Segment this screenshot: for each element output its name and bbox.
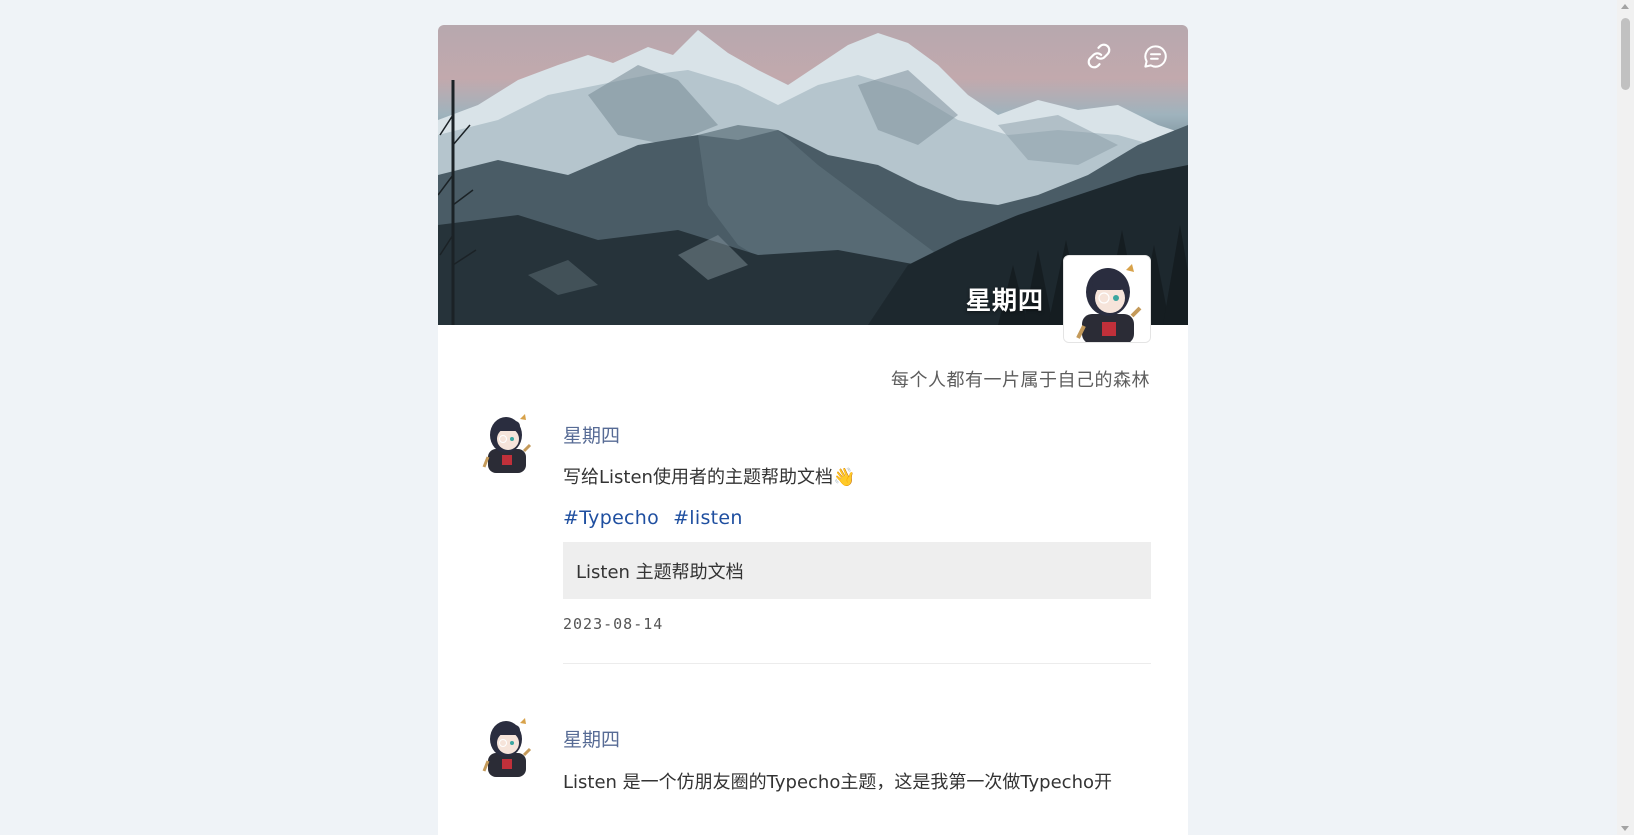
anime-avatar-image xyxy=(1064,256,1150,342)
site-name: 星期四 xyxy=(965,286,1044,315)
page-scrollbar[interactable] xyxy=(1617,0,1634,835)
link-card-title: Listen 主题帮助文档 xyxy=(576,561,744,583)
post-date: 2023-08-14 xyxy=(563,615,664,633)
scroll-up-arrow-icon[interactable] xyxy=(1621,4,1629,9)
anime-avatar-image xyxy=(482,409,532,473)
site-signature: 每个人都有一片属于自己的森林 xyxy=(891,370,1150,391)
comment-icon[interactable] xyxy=(1140,41,1170,71)
scroll-down-arrow-icon[interactable] xyxy=(1621,826,1629,831)
post-tags: #Typecho #listen xyxy=(563,507,743,529)
tag-link[interactable]: #Typecho xyxy=(563,507,659,529)
anime-avatar-image xyxy=(482,713,532,777)
moments-page: 星期四 每个人都有一片属于自己的森林 星期四 写给Listen使用者的主题帮助文… xyxy=(438,25,1188,835)
post-content: Listen 是一个仿朋友圈的Typecho主题，这是我第一次做Typecho开 xyxy=(563,772,1112,793)
cover-actions xyxy=(1084,41,1170,71)
post-divider xyxy=(563,663,1151,664)
post-link-card[interactable]: Listen 主题帮助文档 xyxy=(563,542,1151,599)
scrollbar-thumb[interactable] xyxy=(1621,18,1630,90)
tag-link[interactable]: #listen xyxy=(673,507,743,529)
post-author[interactable]: 星期四 xyxy=(563,421,620,448)
owner-avatar[interactable] xyxy=(1063,255,1151,343)
post-avatar[interactable] xyxy=(482,409,532,473)
post-content: 写给Listen使用者的主题帮助文档👋 xyxy=(563,467,856,488)
link-icon[interactable] xyxy=(1084,41,1114,71)
post-avatar[interactable] xyxy=(482,713,532,777)
post-author[interactable]: 星期四 xyxy=(563,725,620,752)
